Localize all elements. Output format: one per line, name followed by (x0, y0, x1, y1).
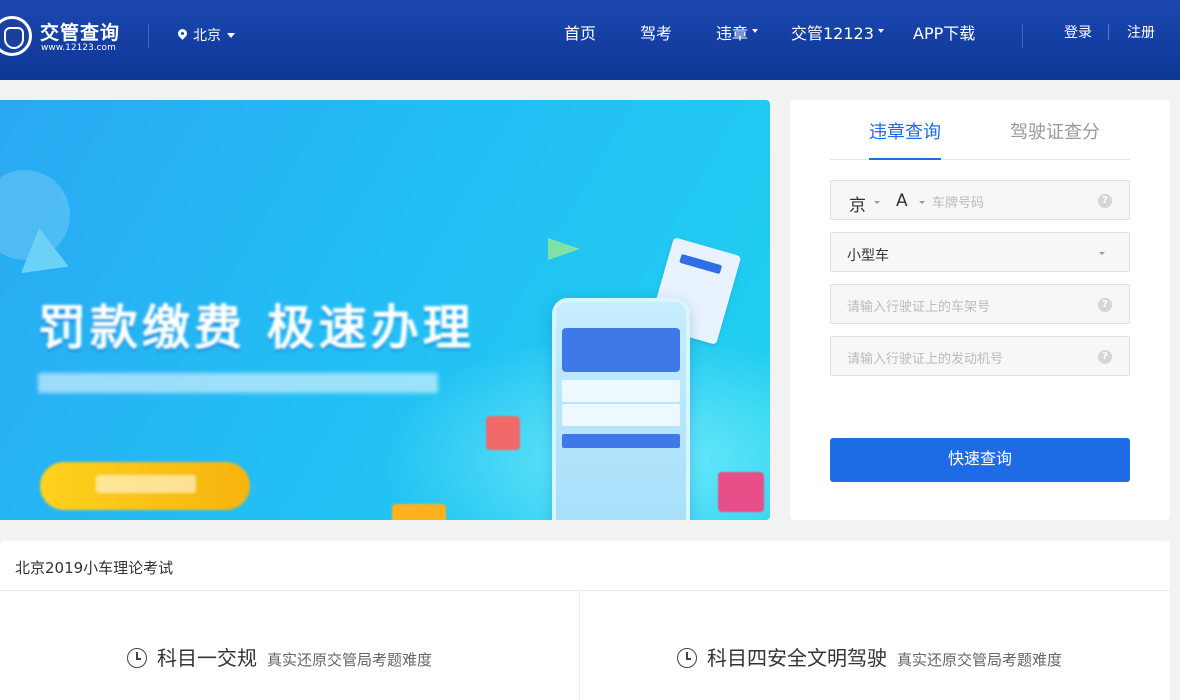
quick-query-button[interactable]: 快速查询 (830, 438, 1130, 482)
subject-one-card[interactable]: 科目一交规 真实还原交管局考题难度 (127, 642, 432, 671)
chevron-down-icon (877, 29, 884, 33)
city-name: 北京 (193, 28, 221, 44)
divider (0, 590, 1170, 591)
decor-cube (486, 416, 520, 450)
vin-input[interactable]: 请输入行驶证上的车架号 (847, 296, 990, 315)
plate-number-input[interactable]: 车牌号码 (932, 192, 984, 211)
nav-violations[interactable]: 违章 (716, 20, 759, 44)
chevron-down-icon (752, 29, 759, 33)
promo-banner[interactable]: 罚款缴费 极速办理 (0, 100, 770, 520)
plate-number-field[interactable]: 京 A 车牌号码 ? (830, 180, 1130, 220)
banner-subtitle-blurred (38, 373, 438, 393)
chevron-down-icon (874, 201, 880, 204)
divider (579, 591, 580, 700)
tab-violation-query[interactable]: 违章查询 (869, 118, 941, 144)
auth-divider (1108, 24, 1109, 40)
city-selector[interactable]: 北京 (178, 25, 235, 45)
phone-illustration (552, 298, 690, 520)
nav-driving-test[interactable]: 驾考 (640, 20, 672, 44)
decor-cube (392, 504, 446, 520)
subject-four-card[interactable]: 科目四安全文明驾驶 真实还原交管局考题难度 (677, 642, 1062, 671)
logo-url: www.12123.com (41, 43, 116, 53)
top-header: 交管查询 www.12123.com 北京 首页 驾考 违章 交管12123 A… (0, 0, 1180, 80)
chevron-down-icon (1099, 252, 1105, 255)
subject-name: 科目一交规 (157, 646, 257, 670)
theory-exam-section: 北京2019小车理论考试 科目一交规 真实还原交管局考题难度 科目四安全文明驾驶… (0, 541, 1170, 700)
banner-cta-button[interactable] (40, 462, 250, 510)
tab-license-points[interactable]: 驾驶证查分 (1010, 118, 1100, 144)
vehicle-type-select[interactable]: 小型车 (830, 232, 1130, 272)
subject-desc: 真实还原交管局考题难度 (897, 651, 1063, 669)
header-divider (1022, 24, 1023, 48)
subject-desc: 真实还原交管局考题难度 (267, 651, 433, 669)
chevron-down-icon (919, 201, 925, 204)
vin-field[interactable]: 请输入行驶证上的车架号 ? (830, 284, 1130, 324)
clock-icon (127, 648, 147, 668)
decor-triangle (15, 224, 69, 274)
police-badge-icon (0, 16, 32, 56)
header-divider (148, 24, 149, 48)
active-tab-indicator (869, 158, 941, 160)
section-title: 北京2019小车理论考试 (15, 559, 174, 577)
login-link[interactable]: 登录 (1064, 22, 1092, 42)
help-icon[interactable]: ? (1098, 194, 1112, 208)
help-icon[interactable]: ? (1098, 350, 1112, 364)
plate-province-select[interactable]: 京 (849, 191, 866, 216)
decor-triangle (548, 238, 580, 260)
logo-title: 交管查询 (40, 22, 121, 44)
decor-cube (718, 472, 764, 512)
help-icon[interactable]: ? (1098, 298, 1112, 312)
register-link[interactable]: 注册 (1127, 22, 1155, 42)
banner-title: 罚款缴费 极速办理 (38, 300, 475, 356)
location-pin-icon (178, 29, 187, 41)
site-logo[interactable]: 交管查询 www.12123.com (0, 14, 122, 60)
clock-icon (677, 648, 697, 668)
nav-home[interactable]: 首页 (564, 20, 596, 44)
vehicle-type-value: 小型车 (847, 248, 889, 264)
violation-query-panel: 违章查询 驾驶证查分 京 A 车牌号码 ? 小型车 请输入行驶证上的车架号 ? … (790, 100, 1170, 520)
subject-name: 科目四安全文明驾驶 (707, 646, 887, 670)
query-tabs: 违章查询 驾驶证查分 (830, 100, 1130, 160)
nav-app-download[interactable]: APP下载 (913, 20, 975, 44)
engine-number-input[interactable]: 请输入行驶证上的发动机号 (847, 348, 1003, 367)
plate-letter-select[interactable]: A (896, 191, 908, 211)
nav-traffic-12123[interactable]: 交管12123 (791, 20, 884, 44)
chevron-down-icon (227, 32, 235, 38)
engine-number-field[interactable]: 请输入行驶证上的发动机号 ? (830, 336, 1130, 376)
